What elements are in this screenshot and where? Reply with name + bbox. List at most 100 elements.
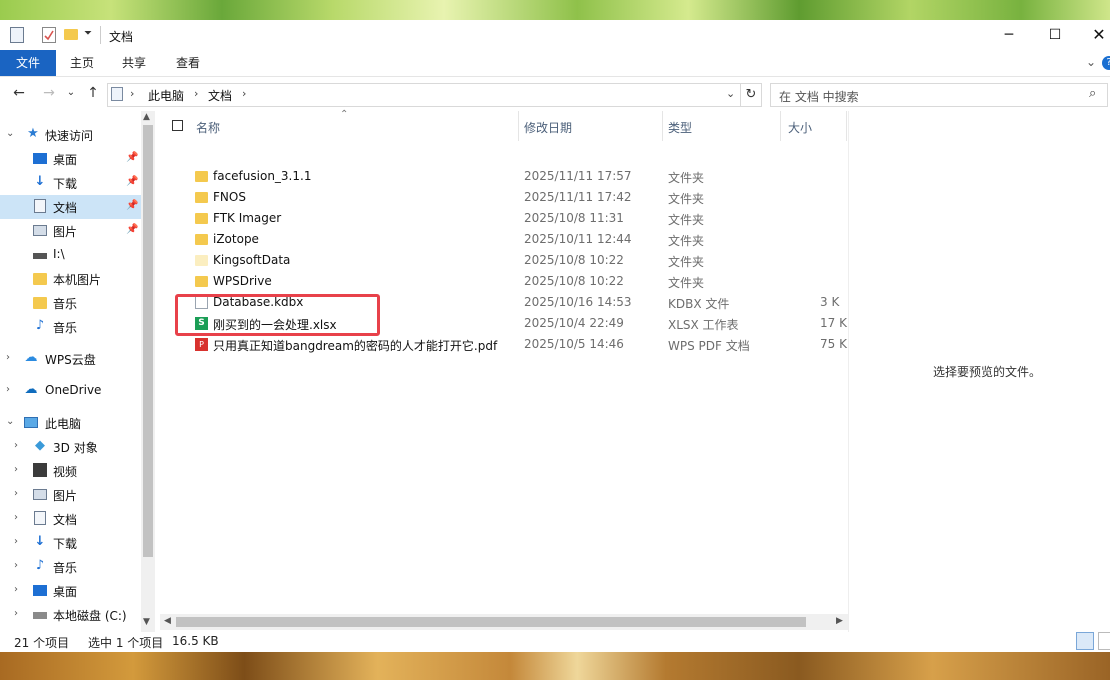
- chevron-right-icon[interactable]: ›: [6, 384, 10, 395]
- nav-label: 音乐: [53, 321, 78, 335]
- nav-label: 本地磁盘 (C:): [53, 609, 127, 623]
- nav-pc-desktop[interactable]: › 桌面: [0, 579, 141, 603]
- nav-drive-i[interactable]: I:\: [0, 243, 141, 267]
- nav-videos[interactable]: › 视频: [0, 459, 141, 483]
- chevron-right-icon[interactable]: ›: [6, 352, 10, 363]
- tab-file[interactable]: 文件: [0, 50, 56, 76]
- chevron-right-icon[interactable]: ›: [194, 87, 198, 100]
- nav-local-pictures[interactable]: 本机图片: [0, 267, 141, 291]
- nav-onedrive[interactable]: › ☁ OneDrive: [0, 379, 141, 403]
- file-row[interactable]: FTK Imager 2025/10/8 11:31 文件夹: [160, 208, 848, 229]
- column-type[interactable]: 类型: [668, 119, 692, 136]
- minimize-button[interactable]: ─: [986, 20, 1032, 50]
- horizontal-scrollbar[interactable]: ◀ ▶: [160, 614, 848, 630]
- nav-desktop[interactable]: 桌面 📌: [0, 147, 141, 171]
- pin-icon[interactable]: 📌: [126, 200, 138, 211]
- nav-pc-music[interactable]: › ♪ 音乐: [0, 555, 141, 579]
- chevron-down-icon[interactable]: ⌄: [6, 128, 14, 139]
- nav-wps-cloud[interactable]: › ☁ WPS云盘: [0, 347, 141, 371]
- cloud-icon: ☁: [24, 382, 38, 397]
- picture-icon: [33, 225, 47, 236]
- column-divider[interactable]: [662, 111, 663, 141]
- search-input[interactable]: 在 文档 中搜索: [779, 88, 859, 105]
- file-row[interactable]: P 只用真正知道bangdream的密码的人才能打开它.pdf 2025/10/…: [160, 334, 848, 355]
- breadcrumb-documents[interactable]: 文档: [208, 87, 232, 104]
- properties-icon[interactable]: [42, 27, 56, 43]
- scroll-right-icon[interactable]: ▶: [836, 616, 843, 626]
- cloud-icon: ☁: [24, 350, 38, 365]
- scrollbar-thumb[interactable]: [176, 617, 806, 627]
- nav-music[interactable]: ♪ 音乐: [0, 315, 141, 339]
- file-row[interactable]: facefusion_3.1.1 2025/11/11 17:57 文件夹: [160, 166, 848, 187]
- back-button[interactable]: ←: [10, 84, 28, 102]
- nav-local-disk-c[interactable]: › 本地磁盘 (C:): [0, 603, 141, 627]
- address-bar[interactable]: › 此电脑 › 文档 › ⌄: [107, 83, 741, 107]
- music-icon: ♪: [35, 558, 45, 573]
- scroll-up-icon[interactable]: ▲: [143, 112, 150, 122]
- chevron-right-icon[interactable]: ›: [14, 608, 18, 619]
- details-view-icon[interactable]: [1076, 632, 1094, 650]
- chevron-right-icon[interactable]: ›: [130, 87, 134, 100]
- new-folder-icon[interactable]: [64, 29, 78, 40]
- nav-pane-scrollbar[interactable]: ▲ ▼: [141, 111, 155, 632]
- chevron-right-icon[interactable]: ›: [14, 560, 18, 571]
- chevron-right-icon[interactable]: ›: [14, 512, 18, 523]
- file-row[interactable]: WPSDrive 2025/10/8 10:22 文件夹: [160, 271, 848, 292]
- column-divider[interactable]: [846, 111, 847, 141]
- tab-share[interactable]: 共享: [114, 50, 154, 76]
- document-icon[interactable]: [10, 27, 24, 43]
- column-date[interactable]: 修改日期: [524, 119, 572, 136]
- expand-ribbon-icon[interactable]: ⌄: [1086, 55, 1096, 69]
- nav-label: 桌面: [53, 153, 78, 167]
- nav-documents[interactable]: 文档 📌: [0, 195, 141, 219]
- nav-pc-downloads[interactable]: › ↓ 下载: [0, 531, 141, 555]
- scroll-down-icon[interactable]: ▼: [143, 617, 150, 627]
- nav-quick-access[interactable]: ⌄ ★ 快速访问: [0, 123, 141, 147]
- column-divider[interactable]: [518, 111, 519, 141]
- window-title: 文档: [109, 30, 134, 44]
- nav-music-folder[interactable]: 音乐: [0, 291, 141, 315]
- tab-home[interactable]: 主页: [62, 50, 102, 76]
- column-size[interactable]: 大小: [788, 119, 812, 136]
- chevron-right-icon[interactable]: ›: [14, 584, 18, 595]
- file-date: 2025/10/8 10:22: [524, 253, 624, 267]
- nav-downloads[interactable]: ↓ 下载 📌: [0, 171, 141, 195]
- help-icon[interactable]: ?: [1102, 56, 1110, 70]
- tab-view[interactable]: 查看: [168, 50, 208, 76]
- up-button[interactable]: ↑: [84, 84, 102, 102]
- file-row[interactable]: FNOS 2025/11/11 17:42 文件夹: [160, 187, 848, 208]
- customize-toolbar-icon[interactable]: ⏷: [84, 28, 92, 39]
- scrollbar-thumb[interactable]: [143, 125, 153, 557]
- nav-3d-objects[interactable]: › ◆ 3D 对象: [0, 435, 141, 459]
- chevron-right-icon[interactable]: ›: [242, 87, 246, 100]
- chevron-right-icon[interactable]: ›: [14, 440, 18, 451]
- large-icons-view-icon[interactable]: [1098, 632, 1110, 650]
- search-box[interactable]: 在 文档 中搜索 ⌕: [770, 83, 1108, 107]
- recent-locations-icon[interactable]: ⌄: [62, 84, 80, 102]
- select-all-checkbox[interactable]: [172, 120, 183, 131]
- maximize-button[interactable]: ☐: [1032, 20, 1078, 50]
- pin-icon[interactable]: 📌: [126, 176, 138, 187]
- chevron-down-icon[interactable]: ⌄: [6, 416, 14, 427]
- scroll-left-icon[interactable]: ◀: [164, 616, 171, 626]
- breadcrumb-this-pc[interactable]: 此电脑: [148, 87, 184, 104]
- forward-button[interactable]: →: [40, 84, 58, 102]
- nav-pictures[interactable]: 图片 📌: [0, 219, 141, 243]
- pin-icon[interactable]: 📌: [126, 152, 138, 163]
- nav-pc-documents[interactable]: › 文档: [0, 507, 141, 531]
- download-icon: ↓: [34, 534, 46, 549]
- column-divider[interactable]: [780, 111, 781, 141]
- nav-pc-pictures[interactable]: › 图片: [0, 483, 141, 507]
- pin-icon[interactable]: 📌: [126, 224, 138, 235]
- chevron-right-icon[interactable]: ›: [14, 536, 18, 547]
- file-explorer-window: ⏷ 文档 ─ ☐ ✕ 文件 主页 共享 查看 ⌄ ? ← → ⌄ ↑ › 此电脑…: [0, 20, 1110, 652]
- file-row[interactable]: KingsoftData 2025/10/8 10:22 文件夹: [160, 250, 848, 271]
- chevron-down-icon[interactable]: ⌄: [726, 87, 735, 100]
- column-name[interactable]: 名称: [196, 119, 220, 136]
- refresh-button[interactable]: ↻: [740, 83, 762, 107]
- close-button[interactable]: ✕: [1076, 20, 1110, 50]
- chevron-right-icon[interactable]: ›: [14, 464, 18, 475]
- file-row[interactable]: iZotope 2025/10/11 12:44 文件夹: [160, 229, 848, 250]
- chevron-right-icon[interactable]: ›: [14, 488, 18, 499]
- nav-this-pc[interactable]: ⌄ 此电脑: [0, 411, 141, 435]
